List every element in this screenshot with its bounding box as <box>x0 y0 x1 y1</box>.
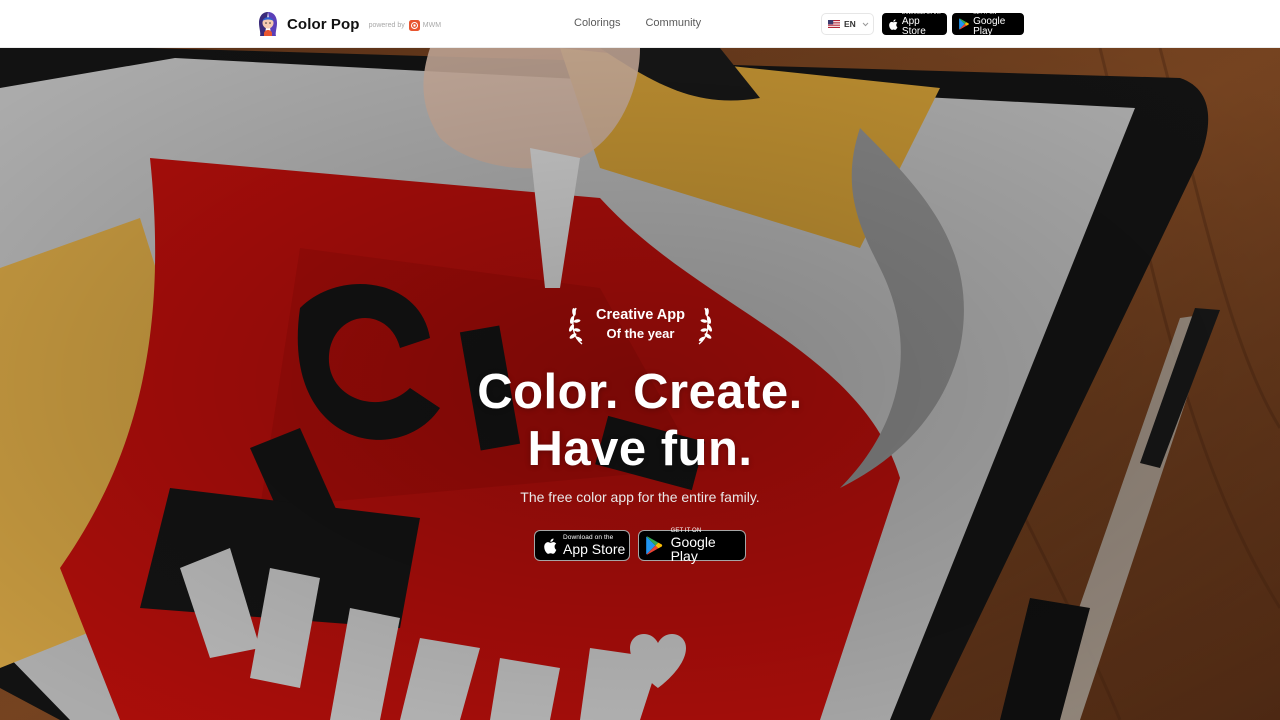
google-play-icon <box>646 536 663 555</box>
powered-by: powered by MWM <box>368 19 442 31</box>
hero-google-play-button[interactable]: GET IT ON Google Play <box>638 528 746 564</box>
nav-item-colorings[interactable]: Colorings <box>574 16 620 30</box>
color-pop-logo-icon <box>259 12 277 36</box>
google-play-big-label: Google Play <box>973 15 1006 37</box>
apple-icon <box>544 538 557 554</box>
app-store-big-label: App Store <box>563 541 626 558</box>
header-app-store-button[interactable]: Download on the App Store <box>882 11 947 37</box>
award-subtitle: Of the year <box>606 326 675 341</box>
app-store-big-label: App Store <box>901 16 926 37</box>
award-badge: Creative App Of the year <box>568 300 713 348</box>
hero-headline: Color. Create. Have fun. <box>340 364 940 478</box>
laurel-right-icon <box>698 307 713 345</box>
language-selector[interactable]: EN <box>821 13 874 35</box>
language-code: EN <box>844 19 856 29</box>
headline-line-2: Have fun. <box>527 422 753 476</box>
main-nav: Colorings Community <box>574 16 726 30</box>
google-play-big-label: Google Play <box>670 534 716 564</box>
mwm-logo-icon <box>408 19 420 31</box>
us-flag-icon <box>828 20 840 28</box>
brand[interactable]: Color Pop powered by MWM <box>256 11 441 37</box>
powered-by-label: powered by <box>368 21 405 29</box>
headline-line-1: Color. Create. <box>477 365 803 419</box>
brand-name: Color Pop <box>287 15 360 33</box>
hero-subheadline: The free color app for the entire family… <box>520 489 760 505</box>
chevron-down-icon <box>862 22 869 26</box>
hero-app-store-button[interactable]: Download on the App Store <box>534 530 630 561</box>
award-title: Creative App <box>596 307 685 323</box>
header-google-play-button[interactable]: GET IT ON Google Play <box>952 11 1024 37</box>
site-header: Color Pop powered by MWM Colorings Commu… <box>0 0 1280 48</box>
hero-section: Creative App Of the year Color. Create. … <box>0 48 1280 720</box>
partner-name: MWM <box>422 21 442 29</box>
google-play-icon <box>959 18 969 30</box>
nav-item-community[interactable]: Community <box>645 16 701 30</box>
apple-icon <box>889 18 898 30</box>
